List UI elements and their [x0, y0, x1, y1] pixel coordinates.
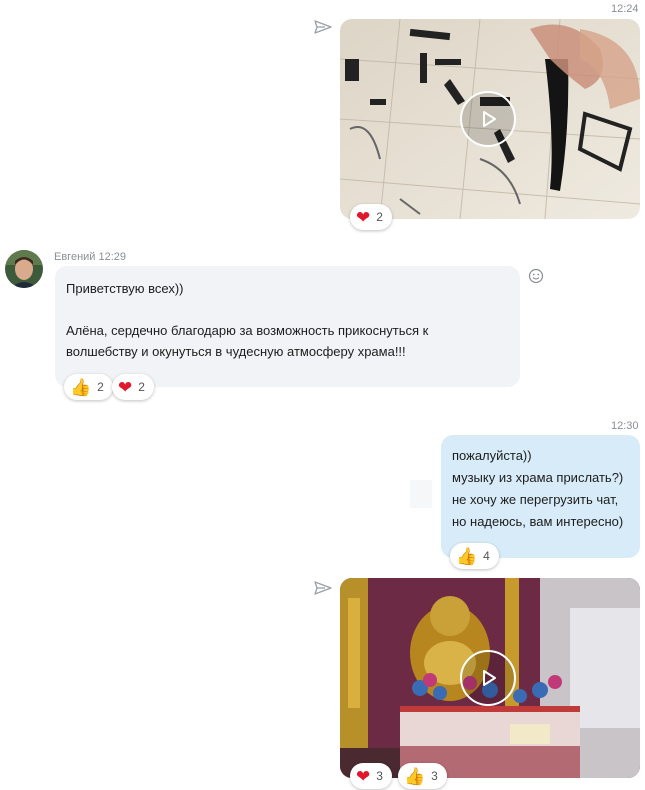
message-bubble-incoming: Приветствую всех)) Алёна, сердечно благо…	[55, 266, 520, 387]
hover-placeholder	[410, 480, 432, 508]
add-reaction-smiley-icon[interactable]	[528, 268, 544, 284]
video-attachment-temple[interactable]	[340, 578, 640, 778]
user-photo	[5, 250, 43, 288]
thumbs-up-icon: 👍	[70, 377, 92, 397]
reaction-heart[interactable]: ❤ 2	[112, 374, 154, 400]
reaction-count: 2	[138, 380, 145, 394]
message-text: Приветствую всех)) Алёна, сердечно благо…	[66, 281, 429, 359]
play-icon	[483, 670, 496, 686]
heart-icon: ❤	[356, 766, 371, 786]
sender-name: Евгений	[54, 251, 96, 263]
message-time: 12:24	[611, 3, 639, 15]
message-time: 12:30	[611, 420, 639, 432]
message-bubble-outgoing: пожалуйста)) музыку из храма прислать?) …	[441, 435, 640, 558]
reaction-count: 3	[431, 769, 438, 783]
message-text: пожалуйста)) музыку из храма прислать?) …	[452, 448, 624, 529]
heart-icon: ❤	[356, 207, 371, 227]
heart-icon: ❤	[118, 377, 133, 397]
sent-icon	[314, 581, 332, 595]
reaction-count: 2	[376, 210, 383, 224]
play-icon	[483, 111, 496, 127]
avatar[interactable]	[5, 250, 43, 288]
reaction-heart[interactable]: ❤ 2	[350, 204, 392, 230]
message-time: 12:29	[98, 251, 127, 263]
reaction-count: 2	[97, 380, 104, 394]
reaction-count: 4	[483, 549, 490, 563]
reaction-thumbs-up[interactable]: 👍 3	[398, 763, 447, 789]
play-button[interactable]	[460, 91, 516, 147]
reaction-thumbs-up[interactable]: 👍 4	[450, 543, 499, 569]
video-attachment-calligraphy[interactable]	[340, 19, 640, 219]
reaction-heart[interactable]: ❤ 3	[350, 763, 392, 789]
sent-icon	[314, 20, 332, 34]
thumbs-up-icon: 👍	[404, 766, 426, 786]
reaction-count: 3	[376, 769, 383, 783]
play-button[interactable]	[460, 650, 516, 706]
reaction-thumbs-up[interactable]: 👍 2	[64, 374, 113, 400]
thumbs-up-icon: 👍	[456, 546, 478, 566]
